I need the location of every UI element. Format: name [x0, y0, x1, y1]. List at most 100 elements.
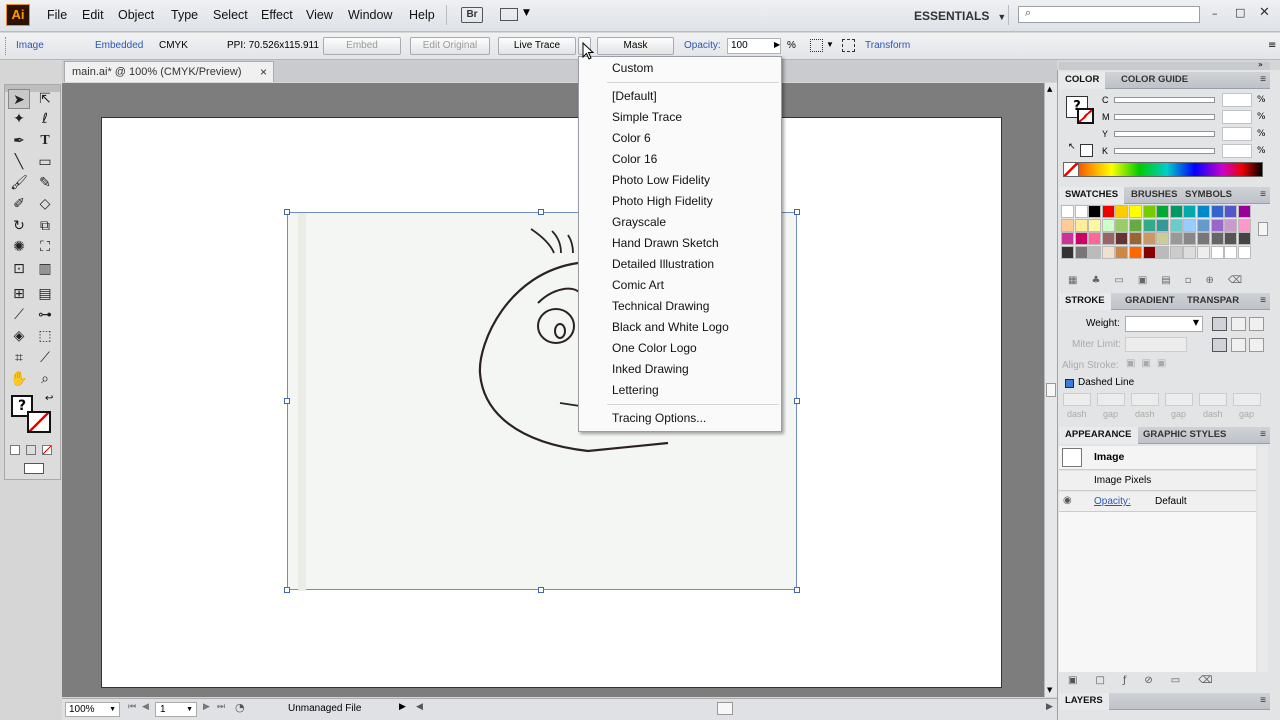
selection-handle[interactable] — [538, 209, 544, 215]
appearance-opacity-row[interactable]: ◉ Opacity: Default — [1059, 492, 1256, 512]
menu-item-photo-high-fidelity[interactable]: Photo High Fidelity — [612, 194, 713, 208]
panel-menu-icon[interactable]: ≡ — [1260, 72, 1266, 88]
tab-brushes[interactable]: BRUSHES — [1125, 187, 1183, 204]
dash-input[interactable] — [1131, 393, 1159, 406]
menu-item-one-color-logo[interactable]: One Color Logo — [612, 341, 697, 355]
swatch[interactable] — [1129, 218, 1142, 232]
swatch[interactable] — [1210, 232, 1224, 245]
tab-appearance[interactable]: APPEARANCE — [1059, 427, 1138, 444]
slice-tool-icon[interactable]: ⟋ — [34, 348, 56, 368]
swatch[interactable] — [1088, 232, 1102, 245]
swatch[interactable] — [1197, 205, 1210, 218]
yellow-slider[interactable] — [1114, 131, 1215, 137]
swatch[interactable] — [1088, 218, 1102, 232]
menu-item-hand-drawn-sketch[interactable]: Hand Drawn Sketch — [612, 236, 719, 250]
selection-type-link[interactable]: Image — [16, 40, 44, 51]
scroll-right-icon[interactable]: ▶ — [1046, 702, 1053, 712]
minimize-icon[interactable]: – — [1212, 7, 1218, 20]
align-icon[interactable] — [810, 39, 823, 52]
menu-item-photo-low-fidelity[interactable]: Photo Low Fidelity — [612, 173, 710, 187]
eraser-tool-icon[interactable]: ◇ — [34, 194, 56, 214]
cap-square-icon[interactable] — [1249, 317, 1264, 331]
tab-swatches[interactable]: SWATCHES — [1059, 187, 1125, 204]
swap-fill-stroke-icon[interactable]: ↩ — [45, 393, 53, 404]
document-tab[interactable]: main.ai* @ 100% (CMYK/Preview) × — [64, 61, 274, 82]
dash-input[interactable] — [1199, 393, 1227, 406]
pen-tool-icon[interactable]: ✒ — [8, 131, 30, 151]
line-tool-icon[interactable]: ╲ — [8, 152, 30, 172]
cap-round-icon[interactable] — [1231, 317, 1246, 331]
blob-brush-tool-icon[interactable]: ✐ — [8, 194, 30, 214]
color-spectrum[interactable] — [1063, 162, 1263, 177]
swatch[interactable] — [1183, 232, 1197, 245]
blend-tool-icon[interactable]: ⊶ — [34, 305, 56, 325]
swatch[interactable] — [1129, 232, 1142, 245]
selection-handle[interactable] — [794, 587, 800, 593]
swatch[interactable] — [1115, 218, 1129, 232]
swatch[interactable] — [1210, 245, 1224, 259]
search-input[interactable]: ⌕ — [1018, 6, 1200, 23]
collapse-panels-icon[interactable]: » — [1258, 60, 1263, 69]
stroke-weight-input[interactable]: ▼ — [1125, 316, 1203, 332]
swatch[interactable] — [1237, 245, 1251, 259]
panel-dock-grip[interactable] — [1059, 62, 1270, 70]
horizontal-scroll-thumb[interactable] — [717, 702, 733, 715]
embedded-link[interactable]: Embedded — [95, 40, 143, 51]
swatch[interactable] — [1061, 232, 1074, 245]
menu-item-color-6[interactable]: Color 6 — [612, 131, 651, 145]
edit-original-button[interactable]: Edit Original — [410, 37, 490, 55]
swatch[interactable] — [1169, 232, 1183, 245]
swatch[interactable] — [1061, 245, 1074, 259]
tab-color-guide[interactable]: COLOR GUIDE — [1115, 72, 1194, 89]
selection-handle[interactable] — [284, 209, 290, 215]
swatch[interactable] — [1129, 245, 1142, 259]
swatch[interactable] — [1142, 218, 1156, 232]
pencil-tool-icon[interactable]: ✎ — [34, 173, 56, 193]
tab-stroke[interactable]: STROKE — [1059, 293, 1111, 310]
color-mode-icon[interactable] — [10, 445, 20, 455]
selection-handle[interactable] — [538, 587, 544, 593]
swatch[interactable] — [1224, 218, 1238, 232]
menu-item-technical-drawing[interactable]: Technical Drawing — [612, 299, 709, 313]
join-bevel-icon[interactable] — [1249, 338, 1264, 352]
black-slider[interactable] — [1114, 148, 1215, 154]
rotate-tool-icon[interactable]: ↻ — [8, 216, 30, 236]
tab-transparency[interactable]: TRANSPAR — [1181, 293, 1245, 310]
menu-item-comic-art[interactable]: Comic Art — [612, 278, 664, 292]
swatch[interactable] — [1074, 205, 1088, 218]
type-tool-icon[interactable]: T — [34, 131, 56, 151]
maximize-icon[interactable]: □ — [1235, 6, 1245, 19]
opacity-input[interactable]: 100 — [727, 38, 781, 54]
swatch[interactable] — [1224, 245, 1238, 259]
panel-menu-icon[interactable]: ≡ — [1260, 427, 1266, 443]
menu-window[interactable]: Window — [348, 8, 392, 22]
stroke-swatch[interactable] — [27, 411, 51, 433]
none-color-icon[interactable] — [1063, 162, 1079, 177]
menu-item-color-16[interactable]: Color 16 — [612, 152, 657, 166]
swatch[interactable] — [1224, 205, 1238, 218]
menu-view[interactable]: View — [306, 8, 333, 22]
swatch[interactable] — [1088, 245, 1102, 259]
swatch[interactable] — [1101, 205, 1115, 218]
magic-wand-tool-icon[interactable]: ✦ — [8, 109, 30, 129]
menu-item-grayscale[interactable]: Grayscale — [612, 215, 666, 229]
last-artboard-icon[interactable]: ⏭ — [217, 702, 225, 712]
direct-selection-tool-icon[interactable]: ⇱ — [34, 89, 56, 109]
screen-mode-icon[interactable] — [24, 463, 44, 474]
eyedropper-tool-icon[interactable]: ⟋ — [8, 305, 30, 325]
swatch[interactable] — [1074, 232, 1088, 245]
swatch[interactable] — [1156, 245, 1170, 259]
artboard-number-select[interactable]: 1 ▼ — [155, 702, 197, 717]
zoom-select[interactable]: 100% ▼ — [65, 702, 120, 717]
swatches-scrollbar[interactable] — [1258, 222, 1268, 236]
column-graph-tool-icon[interactable]: ▥ — [34, 259, 56, 279]
tab-symbols[interactable]: SYMBOLS — [1179, 187, 1238, 204]
close-tab-icon[interactable]: × — [260, 62, 267, 82]
scroll-thumb[interactable] — [1046, 383, 1056, 397]
live-paint-bucket-tool-icon[interactable]: ◈ — [8, 326, 30, 346]
menu-item-tracing-options[interactable]: Tracing Options... — [612, 411, 706, 425]
chevron-right-icon[interactable]: ▶ — [774, 40, 780, 49]
swatch[interactable] — [1142, 232, 1156, 245]
warp-tool-icon[interactable]: ✺ — [8, 237, 30, 257]
free-transform-tool-icon[interactable]: ⛶ — [34, 237, 56, 257]
